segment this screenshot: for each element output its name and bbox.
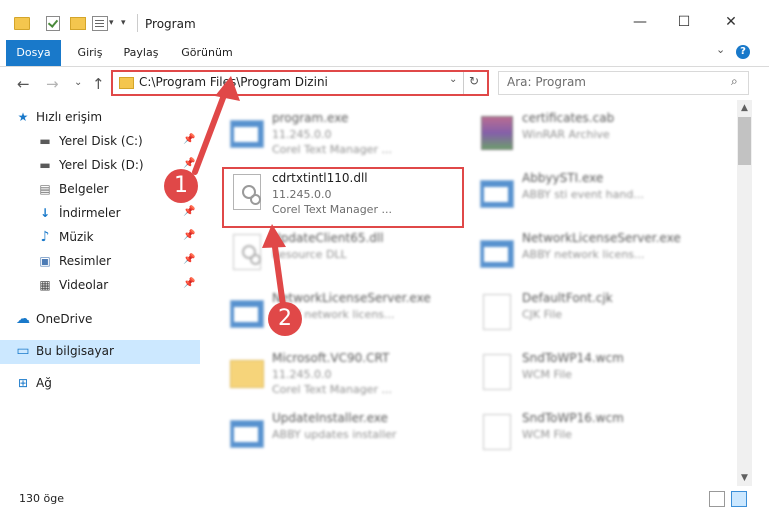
step-marker-2: 2 xyxy=(268,302,302,336)
annotation-arrows xyxy=(192,76,286,308)
arrow-to-address-bar xyxy=(192,87,229,175)
arrow-to-dll-file xyxy=(271,237,286,308)
step-marker-1: 1 xyxy=(164,169,198,203)
arrow-head-dll xyxy=(262,224,286,248)
arrow-head-address xyxy=(215,76,240,101)
